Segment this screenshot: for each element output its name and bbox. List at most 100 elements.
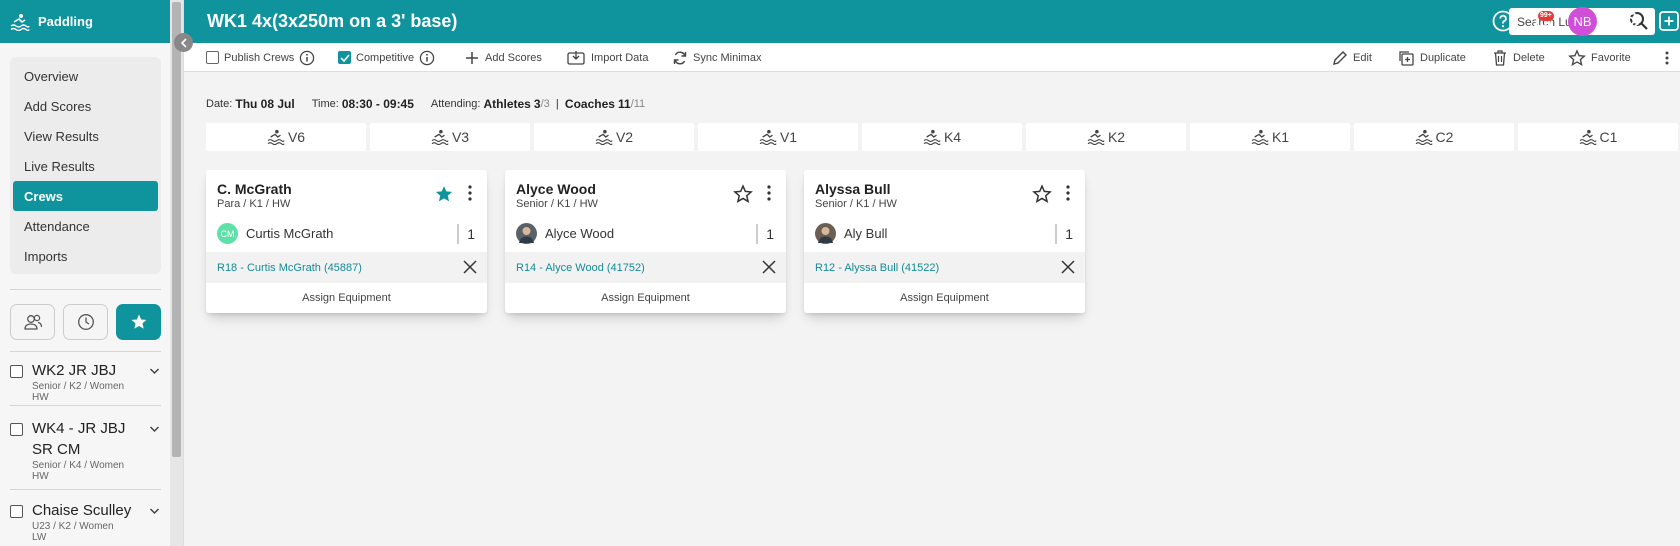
tab-v2[interactable]: V2 [534, 123, 694, 151]
publish-label: Publish Crews [224, 51, 295, 64]
sidebar-item-imports[interactable]: Imports [13, 241, 158, 271]
coaches-total: /11 [630, 98, 646, 110]
crew-name-line2: SR CM [32, 441, 81, 458]
competitive-checkbox[interactable] [338, 51, 351, 64]
tab-label: V1 [779, 129, 798, 145]
equipment-row[interactable]: R12 - Alyssa Bull (41522) [804, 252, 1085, 283]
time-value: 08:30 - 09:45 [341, 97, 414, 111]
tab-label: C1 [1599, 129, 1618, 145]
import-data-button[interactable]: Import Data [566, 43, 648, 72]
chevron-down-icon[interactable] [149, 425, 161, 482]
tab-k2[interactable]: K2 [1026, 123, 1186, 151]
sidebar-item-live-results[interactable]: Live Results [13, 151, 158, 181]
tab-v6[interactable]: V6 [206, 123, 366, 151]
avatar [815, 223, 836, 244]
tab-c1[interactable]: C1 [1518, 123, 1678, 151]
sidebar-item-crews[interactable]: Crews [13, 181, 158, 211]
chevron-down-icon[interactable] [149, 367, 161, 403]
close-icon[interactable] [762, 260, 776, 274]
gear-icon[interactable] [1618, 9, 1642, 33]
sidebar-view-buttons [10, 304, 161, 340]
star-outline-icon[interactable] [1032, 184, 1052, 204]
sidebar-scrollbar[interactable] [170, 0, 183, 546]
publish-crews-toggle[interactable]: Publish Crews [206, 43, 315, 72]
equipment-link[interactable]: R12 - Alyssa Bull (41522) [815, 262, 939, 274]
sync-minimax-button[interactable]: Sync Minimax [672, 43, 761, 72]
paddling-icon [759, 129, 777, 145]
sidebar-item-attendance[interactable]: Attendance [13, 211, 158, 241]
attending-label: Attending: [430, 98, 481, 110]
equipment-row[interactable]: R14 - Alyce Wood (41752) [505, 252, 786, 283]
coaches-label: Coaches [564, 97, 615, 111]
equipment-row[interactable]: R18 - Curtis McGrath (45887) [206, 252, 487, 283]
sidebar: Paddling Overview Add Scores View Result… [0, 0, 184, 546]
tab-k4[interactable]: K4 [862, 123, 1022, 151]
avatar: CM [217, 223, 238, 244]
assign-equipment-button[interactable]: Assign Equipment [804, 283, 1085, 313]
import-icon [566, 50, 586, 66]
paddling-icon [431, 129, 449, 145]
top-bar: WK1 4x(3x250m on a 3' base) Search Ludum… [184, 0, 1680, 43]
scrollbar-thumb[interactable] [172, 2, 181, 457]
crew-checkbox[interactable] [10, 423, 23, 436]
crew-name: WK2 JR JBJ [32, 362, 117, 379]
more-options-button[interactable] [1664, 43, 1670, 72]
favorite-button[interactable]: Favorite [1568, 43, 1631, 72]
boat-class-tabs: V6 V3 V2 V1 K4 K2 K1 C2 C1 [206, 123, 1678, 151]
kebab-icon[interactable] [467, 184, 473, 202]
kebab-icon[interactable] [766, 184, 772, 202]
sidebar-divider [10, 351, 161, 352]
kebab-icon[interactable] [1065, 184, 1071, 202]
crew-list-item[interactable]: WK4 - JR JBJ SR CM Senior / K4 / Women H… [10, 418, 161, 482]
help-icon[interactable] [1491, 9, 1515, 33]
tab-k1[interactable]: K1 [1190, 123, 1350, 151]
equipment-link[interactable]: R18 - Curtis McGrath (45887) [217, 262, 362, 274]
favorites-view-button[interactable] [116, 304, 161, 340]
tab-c2[interactable]: C2 [1354, 123, 1514, 151]
publish-checkbox[interactable] [206, 51, 219, 64]
add-icon[interactable] [1657, 9, 1680, 33]
crew-checkbox[interactable] [10, 505, 23, 518]
athlete-row[interactable]: CM Curtis McGrath [217, 223, 333, 244]
sidebar-item-add-scores[interactable]: Add Scores [13, 91, 158, 121]
crew-list-item[interactable]: WK2 JR JBJ Senior / K2 / Women HW [10, 360, 161, 403]
athlete-row[interactable]: Alyce Wood [516, 223, 614, 244]
crew-checkbox[interactable] [10, 365, 23, 378]
paddling-icon [1087, 129, 1105, 145]
crew-list-item[interactable]: Chaise Sculley U23 / K2 / Women LW [10, 500, 161, 543]
close-icon[interactable] [1061, 260, 1075, 274]
crew-subtitle: U23 / K2 / Women [32, 521, 114, 532]
collapse-sidebar-button[interactable] [174, 33, 193, 52]
sidebar-item-view-results[interactable]: View Results [13, 121, 158, 151]
crew-subtitle: Para / K1 / HW [217, 198, 291, 210]
crew-subtitle: HW [32, 392, 49, 403]
sidebar-item-overview[interactable]: Overview [13, 61, 158, 91]
clock-icon [77, 313, 95, 331]
athlete-row[interactable]: Aly Bull [815, 223, 887, 244]
delete-button[interactable]: Delete [1492, 43, 1545, 72]
sync-label: Sync Minimax [693, 51, 762, 64]
tab-v1[interactable]: V1 [698, 123, 858, 151]
tab-v3[interactable]: V3 [370, 123, 530, 151]
chevron-down-icon[interactable] [149, 507, 161, 543]
seat-number: 1 [457, 223, 475, 245]
info-icon[interactable] [299, 50, 315, 66]
equipment-link[interactable]: R14 - Alyce Wood (41752) [516, 262, 645, 274]
people-view-button[interactable] [10, 304, 55, 340]
star-outline-icon[interactable] [733, 184, 753, 204]
close-icon[interactable] [463, 260, 477, 274]
add-scores-button[interactable]: Add Scores [464, 43, 542, 72]
paddling-icon [1415, 129, 1433, 145]
star-filled-icon[interactable] [434, 184, 454, 204]
info-icon[interactable] [419, 50, 435, 66]
avatar[interactable]: NB [1568, 7, 1597, 36]
edit-button[interactable]: Edit [1332, 43, 1372, 72]
competitive-toggle[interactable]: Competitive [338, 43, 435, 72]
assign-equipment-button[interactable]: Assign Equipment [505, 283, 786, 313]
duplicate-button[interactable]: Duplicate [1397, 43, 1466, 72]
assign-equipment-button[interactable]: Assign Equipment [206, 283, 487, 313]
sidebar-header[interactable]: Paddling [0, 0, 183, 43]
clock-view-button[interactable] [63, 304, 108, 340]
sync-icon [672, 50, 688, 66]
tab-label: V2 [615, 129, 634, 145]
